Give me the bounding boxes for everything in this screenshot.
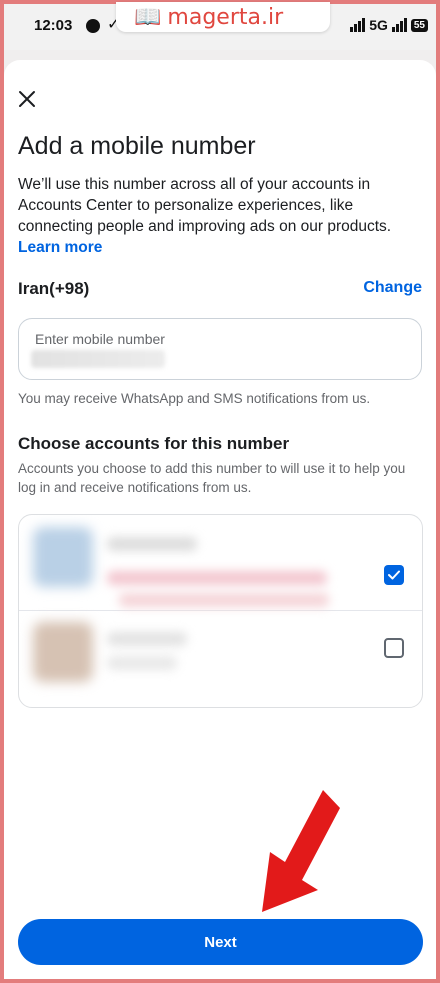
mobile-number-value-redacted	[31, 350, 165, 368]
mobile-number-placeholder: Enter mobile number	[35, 331, 165, 347]
check-icon	[388, 570, 400, 580]
account-name-redacted	[107, 537, 197, 551]
next-button[interactable]: Next	[18, 919, 423, 965]
network-label: 5G	[369, 17, 388, 33]
account-detail-redacted	[107, 571, 327, 585]
close-icon[interactable]	[18, 90, 36, 108]
learn-more-link[interactable]: Learn more	[18, 239, 102, 256]
watermark-banner: 📖 magerta.ir	[116, 2, 330, 32]
account-checkbox[interactable]	[384, 638, 404, 658]
recording-dot-icon	[86, 19, 100, 33]
mobile-number-field[interactable]: Enter mobile number	[18, 318, 422, 380]
status-time: 12:03	[34, 17, 73, 34]
description-text: We’ll use this number across all of your…	[18, 176, 392, 235]
add-mobile-dialog: Add a mobile number We’ll use this numbe…	[4, 60, 436, 979]
signal-icon-2	[391, 18, 407, 32]
account-detail-redacted	[119, 593, 329, 607]
avatar	[33, 527, 93, 587]
battery-icon: 55	[410, 18, 428, 32]
accounts-list	[18, 514, 423, 708]
account-row[interactable]	[19, 515, 422, 611]
watermark-text: magerta.ir	[167, 4, 284, 30]
avatar	[33, 622, 93, 682]
account-detail-redacted	[107, 656, 177, 670]
book-logo-icon: 📖	[134, 4, 161, 29]
sms-notice: You may receive WhatsApp and SMS notific…	[18, 391, 371, 406]
country-code: Iran(+98)	[18, 279, 90, 298]
accounts-section-subtitle: Accounts you choose to add this number t…	[18, 461, 406, 495]
account-checkbox[interactable]	[384, 565, 404, 585]
account-row[interactable]	[19, 612, 422, 707]
account-name-redacted	[107, 632, 187, 646]
page-title: Add a mobile number	[18, 132, 256, 160]
accounts-section-title: Choose accounts for this number	[18, 434, 290, 453]
change-country-link[interactable]: Change	[363, 279, 422, 297]
signal-icon	[350, 18, 366, 32]
description: We’ll use this number across all of your…	[18, 174, 428, 258]
status-right: 5G 55	[350, 17, 428, 33]
